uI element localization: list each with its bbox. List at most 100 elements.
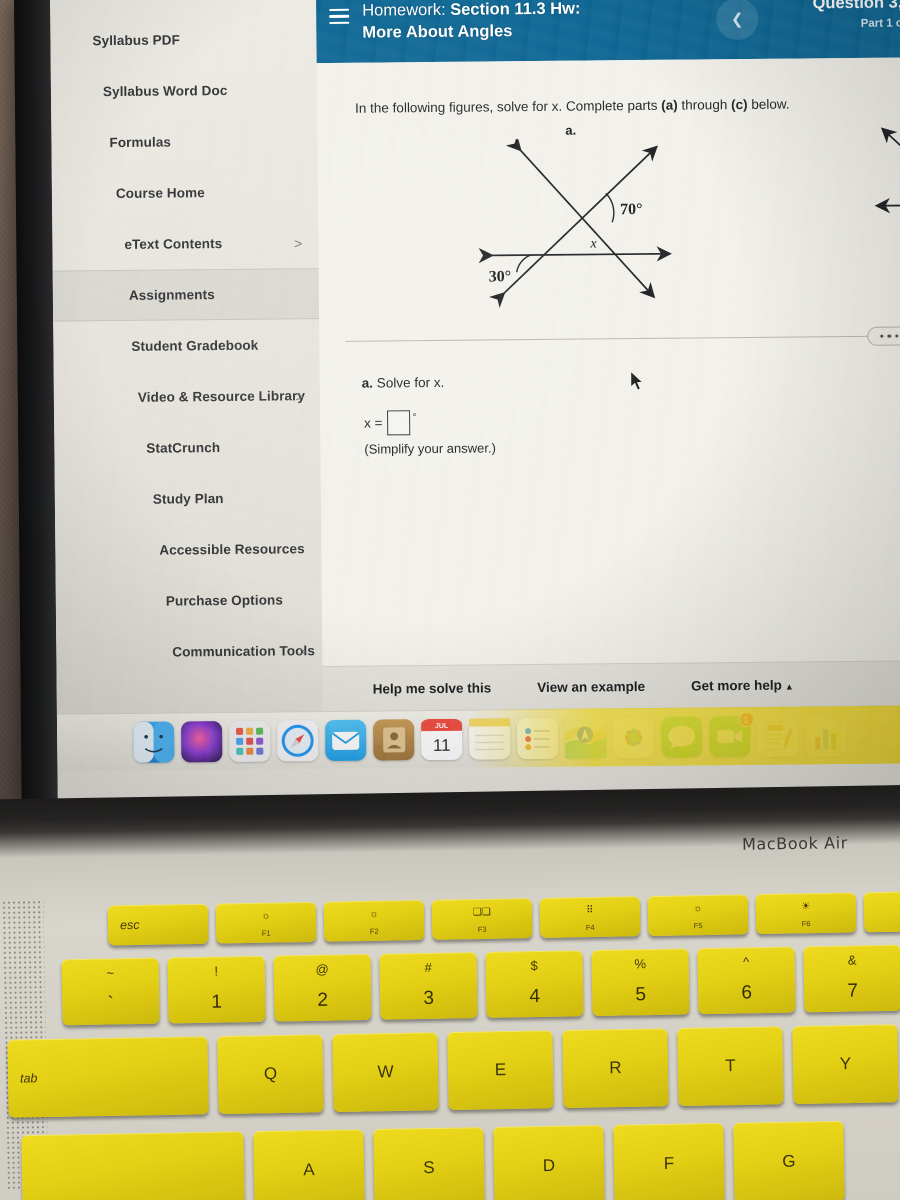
key-esc[interactable]: esc (107, 903, 209, 946)
sidebar-item-assignments[interactable]: Assignments (52, 268, 320, 322)
key-f7[interactable]: ◀◀ F7 (863, 890, 900, 933)
sidebar-item-communication-tools[interactable]: Communication Tools > (56, 625, 322, 679)
part-a-question: a. Solve for x. (362, 375, 445, 391)
siri-icon[interactable] (180, 721, 222, 763)
degree-symbol: ° (412, 412, 417, 424)
sidebar-item-video-resource-library[interactable]: Video & Resource Library > (54, 370, 320, 424)
key-f[interactable]: F (613, 1122, 725, 1200)
key-1[interactable]: ! 1 (167, 955, 266, 1024)
key-7[interactable]: & 7 (803, 944, 900, 1013)
key-f2[interactable]: ☼ F2 (323, 899, 425, 942)
key-f1[interactable]: ☼ F1 (215, 901, 317, 944)
key-f5[interactable]: ☼ F5 (647, 894, 749, 937)
key-3[interactable]: # 3 (379, 952, 478, 1020)
key-e[interactable]: E (447, 1030, 554, 1111)
sidebar-item-label: Syllabus Word Doc (102, 82, 228, 100)
key-label: F5 (693, 921, 703, 931)
key-capslock[interactable] (21, 1131, 245, 1200)
sidebar-item-student-gradebook[interactable]: Student Gradebook (53, 319, 319, 373)
sidebar-item-course-home[interactable]: Course Home (52, 166, 318, 220)
sidebar-item-label: Communication Tools (172, 643, 316, 660)
problem-prompt: In the following figures, solve for x. C… (355, 97, 790, 116)
photos-icon[interactable] (612, 716, 654, 759)
finder-icon[interactable] (132, 721, 174, 763)
key-g[interactable]: G (733, 1120, 845, 1200)
sidebar-item-label: Assignments (128, 287, 215, 303)
angle-30-label: 30° (489, 268, 512, 285)
key-w[interactable]: W (332, 1032, 439, 1113)
facetime-icon[interactable]: 1 (708, 711, 754, 758)
key-label: F (663, 1153, 675, 1173)
key-s[interactable]: S (373, 1127, 485, 1200)
view-an-example-link[interactable]: View an example (537, 678, 645, 694)
pages-icon[interactable] (756, 715, 798, 757)
hamburger-icon[interactable] (316, 0, 362, 25)
sidebar-item-statcrunch[interactable]: StatCrunch (54, 421, 320, 475)
homework-title-line1: Section 11.3 Hw: (450, 0, 581, 19)
key-d[interactable]: D (493, 1125, 605, 1200)
key-q[interactable]: Q (217, 1034, 324, 1115)
key-shift-label: # (424, 959, 432, 975)
figure-a-marker: a. (565, 122, 577, 138)
brightness-down-icon: ☼ (261, 910, 271, 922)
get-more-help-label: Get more help (690, 677, 782, 694)
notes-icon[interactable] (468, 718, 510, 760)
sidebar-item-syllabus-word-doc[interactable]: Syllabus Word Doc (51, 64, 317, 118)
sidebar-item-accessible-resources[interactable]: Accessible Resources (55, 523, 321, 577)
homework-header: Homework: Section 11.3 Hw: More About An… (315, 0, 900, 64)
key-a[interactable]: A (253, 1129, 365, 1200)
reminders-icon[interactable] (516, 717, 558, 760)
key-label: A (303, 1160, 315, 1180)
answer-input[interactable] (387, 410, 411, 436)
key-2[interactable]: @ 2 (273, 953, 372, 1022)
contacts-icon[interactable] (372, 719, 414, 761)
help-me-solve-this-link[interactable]: Help me solve this (373, 680, 492, 696)
chevron-left-icon[interactable]: ❮ (716, 0, 759, 41)
keyboard-function-row: esc ☼ F1 ☼ F2 ❑❏ F3 ⠿ F4 ☼ F5 ☀ F6 (107, 890, 900, 946)
key-tab[interactable]: tab (7, 1036, 209, 1118)
key-4[interactable]: $ 4 (485, 950, 584, 1018)
key-label: 1 (211, 991, 223, 1013)
sidebar-item-study-plan[interactable]: Study Plan (55, 472, 321, 526)
key-t[interactable]: T (677, 1026, 784, 1107)
help-links-bar: Help me solve this View an example Get m… (322, 660, 900, 712)
get-more-help-link[interactable]: Get more help ▲ (691, 677, 794, 693)
sidebar-item-formulas[interactable]: Formulas (51, 115, 317, 169)
key-label: Y (839, 1054, 852, 1074)
messages-icon[interactable] (660, 716, 702, 758)
key-label: 7 (847, 980, 859, 1002)
sidebar-item-purchase-options[interactable]: Purchase Options (56, 574, 322, 628)
key-shift-label: ! (214, 963, 219, 979)
key-5[interactable]: % 5 (591, 948, 690, 1017)
more-options-button[interactable] (867, 326, 900, 346)
launchpad-icon[interactable] (228, 720, 270, 762)
key-f3[interactable]: ❑❏ F3 (431, 898, 533, 940)
calendar-icon[interactable]: JUL 11 (420, 718, 462, 761)
answer-row: x = ° (364, 410, 417, 436)
key-f6[interactable]: ☀ F6 (755, 892, 857, 935)
macbook-air-branding: MacBook Air (741, 833, 849, 854)
laptop-screen: Syllabus PDF Syllabus Word Doc Formulas … (14, 0, 900, 806)
angle-x-label: x (589, 236, 597, 251)
sidebar-item-etext-contents[interactable]: eText Contents > (52, 217, 318, 271)
sidebar-item-syllabus-pdf[interactable]: Syllabus PDF (50, 13, 316, 67)
maps-icon[interactable] (564, 717, 606, 759)
prompt-bold-a: (a) (661, 97, 678, 113)
safari-icon[interactable] (276, 720, 318, 762)
key-backtick[interactable]: ~ ` (61, 957, 160, 1026)
rewind-icon: ◀◀ (864, 900, 900, 912)
keyboard-home-row: A S D F G (21, 1120, 845, 1200)
browser-viewport: Syllabus PDF Syllabus Word Doc Formulas … (49, 0, 900, 806)
mail-icon[interactable] (324, 719, 366, 762)
key-y[interactable]: Y (792, 1024, 899, 1105)
numbers-icon[interactable] (804, 715, 846, 757)
key-r[interactable]: R (562, 1028, 669, 1109)
key-f4[interactable]: ⠿ F4 (539, 896, 641, 938)
key-shift-label: ~ (106, 965, 115, 981)
question-label: Question 3, 1 (812, 0, 900, 13)
key-6[interactable]: ^ 6 (697, 946, 796, 1015)
calendar-day: 11 (432, 736, 450, 755)
prompt-text-1: In the following figures, solve for x. C… (355, 97, 662, 116)
key-label: F3 (477, 924, 487, 935)
part-a-text: Solve for x. (372, 374, 445, 391)
